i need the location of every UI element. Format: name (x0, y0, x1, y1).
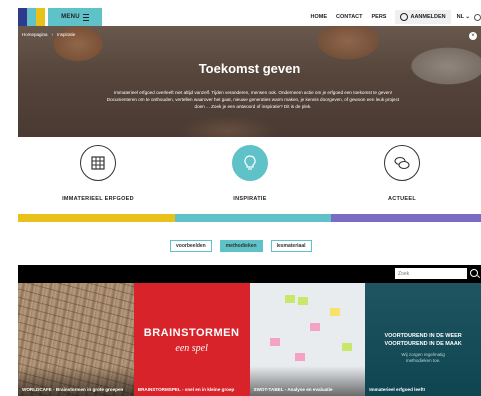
card-caption: BRAINSTORMSPEL - snel en in kleine groep (137, 387, 235, 392)
category-label: INSPIRATIE (233, 196, 267, 202)
card-brainstormspel[interactable]: BRAINSTORMEN een spel BRAINSTORMSPEL - s… (133, 283, 250, 396)
filter-tabs: voorbeelden methodieken lesmateriaal (170, 240, 312, 252)
card-grid: WORLDCAFE - Brainstormen in grote groepe… (18, 283, 481, 396)
login-label: AANMELDEN (410, 14, 446, 20)
card-worldcafe[interactable]: WORLDCAFE - Brainstormen in grote groepe… (18, 283, 134, 396)
card-swot-tabel[interactable]: SWOT-TABEL - Analyse en evaluatie (249, 283, 366, 396)
sticky-note (341, 343, 352, 351)
logo-stripe-blue (18, 8, 27, 26)
category-label: ACTUEEL (387, 196, 417, 202)
sticky-note (294, 353, 305, 361)
search-icon[interactable] (470, 269, 478, 277)
user-icon (400, 13, 409, 21)
nav-home[interactable]: HOME (311, 14, 328, 20)
card-heading-2: VOORTDUREND IN DE MAAK (384, 341, 462, 347)
menu-button[interactable]: MENU (48, 8, 102, 26)
sticky-note (329, 308, 340, 316)
sticky-note (309, 323, 320, 331)
page-title: Toekomst geven (198, 61, 301, 76)
category-actueel[interactable]: ACTUEEL (332, 145, 472, 202)
filter-voorbeelden[interactable]: voorbeelden (170, 240, 212, 252)
filter-lesmateriaal[interactable]: lesmateriaal (270, 240, 312, 252)
breadcrumb-current: Inspiratie (57, 32, 76, 37)
nav-pers[interactable]: PERS (372, 14, 387, 20)
close-icon[interactable]: × (469, 32, 477, 40)
logo-stripe-yellow (36, 8, 45, 26)
language-selector[interactable]: NL ⌄ (457, 14, 470, 20)
top-nav: HOME CONTACT PERS AANMELDEN NL ⌄ (311, 8, 481, 26)
sticky-note (297, 297, 308, 305)
breadcrumb-separator: › (51, 32, 54, 37)
card-caption: Immaterieel erfgoed leeft! (369, 387, 426, 392)
colorbar-purple (331, 214, 481, 222)
logo-stripe-teal (27, 8, 36, 26)
category-inspiratie[interactable]: INSPIRATIE (180, 145, 320, 202)
grid-icon (80, 145, 116, 181)
card-heading: BRAINSTORMEN (143, 327, 240, 339)
search-bar (18, 265, 481, 283)
filter-methodieken[interactable]: methodieken (219, 240, 263, 252)
colorbar-yellow (18, 214, 175, 222)
top-bar: MENU HOME CONTACT PERS AANMELDEN NL ⌄ (0, 0, 481, 26)
sticky-note (284, 295, 295, 303)
card-immaterieel-erfgoed-leeft[interactable]: VOORTDUREND IN DE WEER VOORTDUREND IN DE… (365, 283, 481, 396)
hero-description: Immaterieel erfgoed overleeft niet altij… (106, 90, 400, 109)
card-caption: SWOT-TABEL - Analyse en evaluatie (253, 387, 333, 392)
category-section: IMMATERIEEL ERFGOED INSPIRATIE ACTUEEL (18, 137, 481, 214)
logo[interactable] (18, 8, 45, 26)
breadcrumb-home[interactable]: Homepagina (22, 32, 48, 37)
menu-label: MENU (61, 14, 80, 20)
breadcrumb: Homepagina › Inspiratie (22, 32, 75, 37)
hero-overlay (18, 26, 481, 137)
card-subtext: Wij zorgen regelmatig methodieken toe. (401, 352, 445, 363)
card-caption: WORLDCAFE - Brainstormen in grote groepe… (22, 387, 124, 392)
login-button[interactable]: AANMELDEN (395, 10, 451, 24)
search-input[interactable] (395, 268, 467, 279)
card-subheading: een spel (175, 343, 208, 354)
hamburger-icon (82, 13, 89, 21)
chat-bubbles-icon (384, 145, 420, 181)
search-icon-top[interactable] (474, 13, 481, 21)
hero-banner: Homepagina › Inspiratie × Toekomst geven… (18, 26, 481, 137)
sticky-note (269, 338, 280, 346)
lightbulb-icon (232, 145, 268, 181)
card-heading: VOORTDUREND IN DE WEER (384, 333, 462, 339)
language-label: NL (456, 14, 464, 20)
nav-contact[interactable]: CONTACT (336, 14, 362, 20)
category-label: IMMATERIEEL ERFGOED (62, 196, 134, 202)
colorbar-teal (175, 214, 331, 222)
category-immaterieel-erfgoed[interactable]: IMMATERIEEL ERFGOED (28, 145, 168, 202)
